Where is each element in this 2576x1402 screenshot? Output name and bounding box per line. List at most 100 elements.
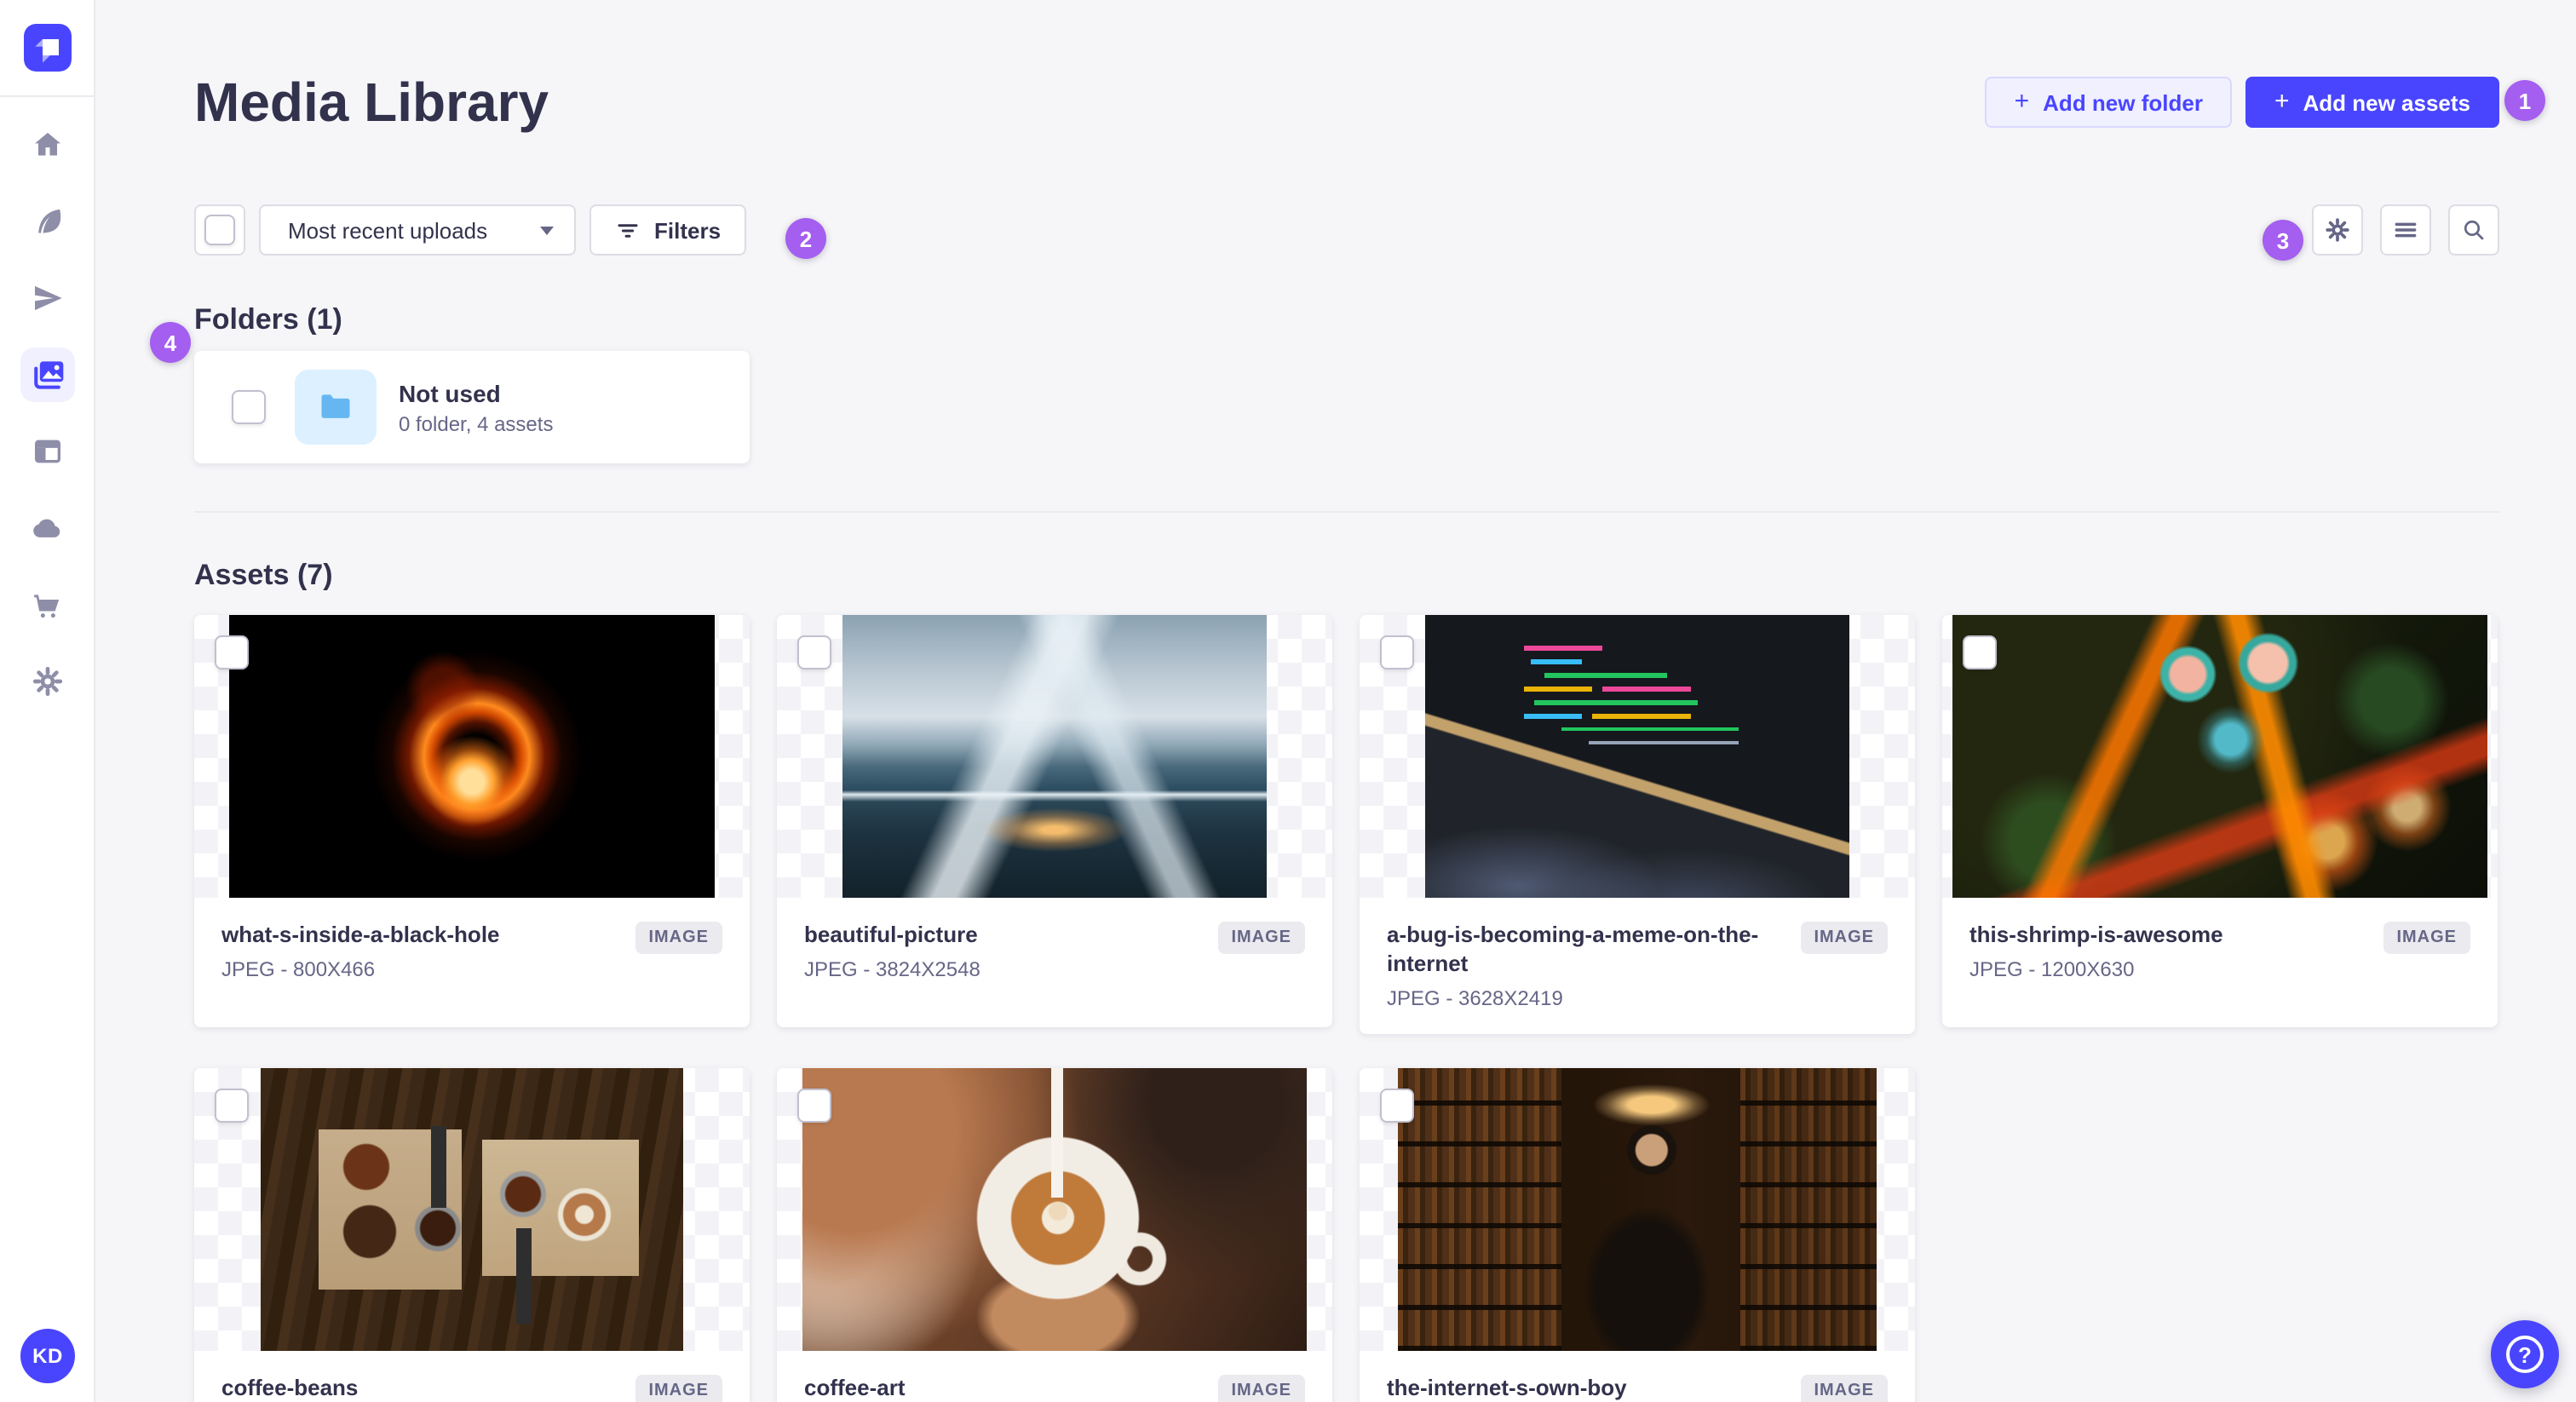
asset-meta: JPEG - 3628X2419 [1387, 986, 1563, 1010]
add-new-folder-label: Add new folder [2043, 89, 2203, 115]
asset-checkbox[interactable] [215, 1089, 249, 1123]
tour-badge-4[interactable]: 4 [150, 322, 191, 363]
folder-text: Not used 0 folder, 4 assets [399, 379, 553, 435]
asset-card[interactable]: coffee-beans JPEG - 5021X3347 IMAGE [194, 1068, 750, 1402]
asset-checkbox[interactable] [215, 635, 249, 669]
asset-caption: beautiful-picture JPEG - 3824X2548 IMAGE [777, 898, 1332, 1027]
asset-caption: this-shrimp-is-awesome JPEG - 1200X630 I… [1942, 898, 2498, 1027]
logo-box [0, 0, 94, 97]
asset-title: the-internet-s-own-boy [1387, 1375, 1627, 1400]
home-icon [34, 132, 60, 156]
tour-badge-2[interactable]: 2 [785, 218, 826, 259]
black-hole-thumbnail [229, 615, 715, 898]
checkbox[interactable] [204, 215, 235, 245]
asset-caption: coffee-beans JPEG - 5021X3347 IMAGE [194, 1351, 750, 1402]
coffee-beans-thumbnail [261, 1068, 683, 1351]
folder-checkbox[interactable] [232, 390, 266, 424]
folder-tile [295, 370, 377, 445]
asset-caption: the-internet-s-own-boy JPEG - 1200X707 I… [1360, 1351, 1915, 1402]
folders-heading: Folders (1) [194, 303, 342, 336]
sidebar-item-releases[interactable] [20, 271, 74, 325]
asset-thumbnail-area [777, 615, 1332, 898]
sidebar-item-marketplace[interactable] [20, 577, 74, 632]
sidebar-item-home[interactable] [20, 118, 74, 172]
asset-caption: what-s-inside-a-black-hole JPEG - 800X46… [194, 898, 750, 1027]
sidebar-item-content-manager[interactable] [20, 194, 74, 249]
list-view-button[interactable] [2380, 204, 2431, 256]
asset-type-badge: IMAGE [2383, 922, 2470, 954]
toolbar-right [2312, 204, 2499, 256]
cloud-icon [32, 519, 60, 537]
sort-select-value: Most recent uploads [288, 217, 488, 243]
asset-card[interactable]: a-bug-is-becoming-a-meme-on-the-internet… [1360, 615, 1915, 1034]
asset-meta: JPEG - 800X466 [221, 957, 376, 981]
asset-card[interactable]: this-shrimp-is-awesome JPEG - 1200X630 I… [1942, 615, 2498, 1027]
paper-plane-icon [34, 285, 61, 311]
filters-label: Filters [654, 217, 722, 243]
media-library-main: Media Library + Add new folder + Add new… [95, 0, 2576, 1402]
asset-type-badge: IMAGE [1217, 1375, 1305, 1402]
feather-icon [37, 209, 60, 233]
sort-select[interactable]: Most recent uploads [259, 204, 576, 256]
asset-type-badge: IMAGE [635, 922, 722, 954]
toolbar: Most recent uploads Filters [194, 204, 2499, 256]
folder-card[interactable]: Not used 0 folder, 4 assets [194, 351, 750, 463]
asset-meta: JPEG - 1200X630 [1969, 957, 2135, 981]
search-icon [2464, 220, 2484, 240]
asset-title: a-bug-is-becoming-a-meme-on-the-internet [1387, 922, 1759, 976]
asset-checkbox[interactable] [797, 635, 831, 669]
asset-thumbnail-area [1942, 615, 2498, 898]
plus-icon: + [2274, 87, 2290, 116]
add-new-folder-button[interactable]: + Add new folder [1985, 77, 2232, 128]
shrimp-thumbnail [1952, 615, 2487, 898]
asset-checkbox[interactable] [1963, 635, 1997, 669]
sidebar-item-deploy[interactable] [20, 501, 74, 555]
folder-name: Not used [399, 379, 501, 406]
coffee-art-thumbnail [802, 1068, 1307, 1351]
page-header: Media Library + Add new folder + Add new… [194, 68, 2499, 136]
beautiful-picture-thumbnail [842, 615, 1267, 898]
help-button[interactable]: ? [2491, 1320, 2559, 1388]
asset-thumbnail-area [777, 1068, 1332, 1351]
header-actions: + Add new folder + Add new assets [1985, 77, 2499, 128]
grid-settings-button[interactable] [2312, 204, 2363, 256]
cart-icon [33, 595, 59, 618]
chevron-down-icon [540, 226, 554, 234]
bug-meme-thumbnail [1425, 615, 1849, 898]
asset-title: coffee-art [804, 1375, 906, 1400]
asset-checkbox[interactable] [797, 1089, 831, 1123]
section-divider [194, 511, 2499, 513]
sidebar-item-content-type-builder[interactable] [20, 424, 74, 479]
question-mark-icon: ? [2506, 1336, 2544, 1373]
tour-badge-3[interactable]: 3 [2263, 220, 2303, 261]
asset-checkbox[interactable] [1380, 635, 1414, 669]
sidebar-item-settings[interactable] [20, 654, 74, 709]
page-title: Media Library [194, 72, 549, 133]
asset-card[interactable]: coffee-art JPEG - 5824X3259 IMAGE [777, 1068, 1332, 1402]
asset-type-badge: IMAGE [635, 1375, 722, 1402]
assets-heading: Assets (7) [194, 559, 333, 591]
user-avatar[interactable]: KD [20, 1329, 75, 1383]
strapi-logo[interactable] [23, 24, 71, 72]
add-new-assets-button[interactable]: + Add new assets [2245, 77, 2499, 128]
tour-badge-1[interactable]: 1 [2504, 80, 2545, 121]
filters-button[interactable]: Filters [589, 204, 747, 256]
sidebar-item-media-library[interactable] [20, 348, 74, 402]
search-button[interactable] [2448, 204, 2499, 256]
layout-icon [34, 440, 60, 463]
assets-grid: what-s-inside-a-black-hole JPEG - 800X46… [194, 615, 2499, 1402]
folder-icon [321, 394, 350, 418]
asset-type-badge: IMAGE [1217, 922, 1305, 954]
asset-card[interactable]: what-s-inside-a-black-hole JPEG - 800X46… [194, 615, 750, 1027]
gear-icon [32, 667, 62, 696]
list-icon [2395, 222, 2417, 238]
select-all-checkbox[interactable] [194, 204, 245, 256]
asset-meta: JPEG - 3824X2548 [804, 957, 980, 981]
asset-checkbox[interactable] [1380, 1089, 1414, 1123]
asset-type-badge: IMAGE [1800, 922, 1888, 954]
add-new-assets-label: Add new assets [2303, 89, 2470, 115]
asset-card[interactable]: the-internet-s-own-boy JPEG - 1200X707 I… [1360, 1068, 1915, 1402]
asset-title: beautiful-picture [804, 922, 978, 947]
folder-meta: 0 folder, 4 assets [399, 411, 554, 435]
asset-card[interactable]: beautiful-picture JPEG - 3824X2548 IMAGE [777, 615, 1332, 1027]
